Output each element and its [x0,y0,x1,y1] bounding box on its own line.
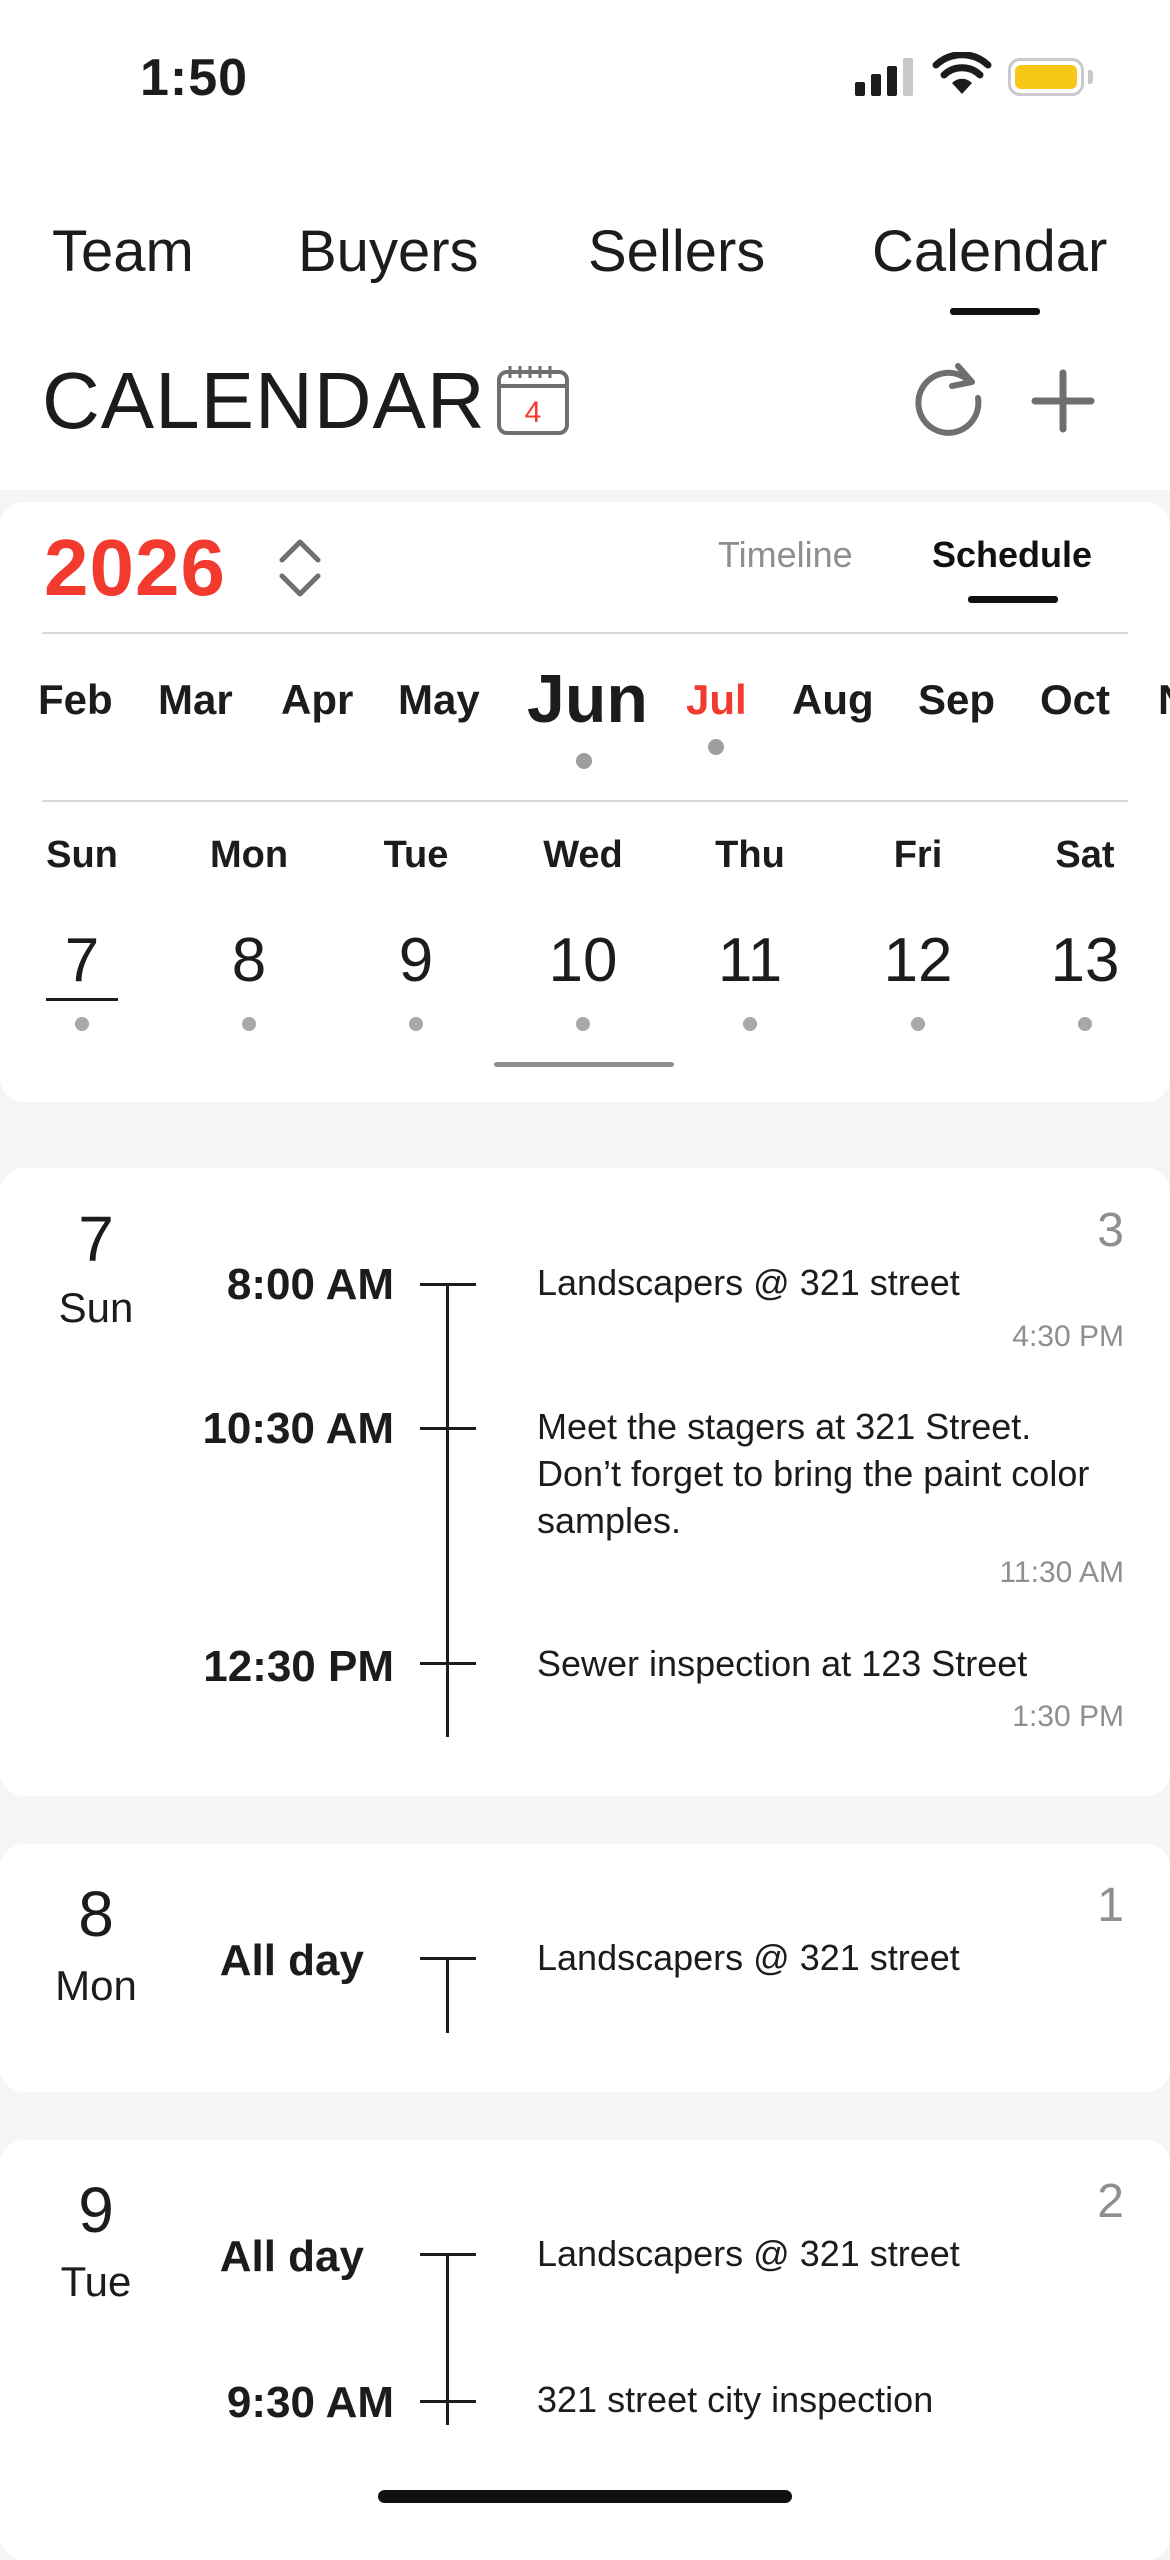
date-12[interactable]: 12 [858,925,978,996]
date-11[interactable]: 11 [690,925,810,996]
date-event-dot [1078,1017,1092,1031]
timeline-line [446,1957,449,2033]
event-start-time: 9:30 AM [226,2378,394,2427]
weekday-sun: Sun [46,834,118,876]
month-event-dot [708,739,724,755]
event-start-time: All day [219,1936,364,1985]
card-weekday: Mon [55,1962,137,2009]
selected-date-indicator [494,1062,674,1067]
event-title[interactable]: Landscapers @ 321 street [537,1259,1117,1306]
month-sep[interactable]: Sep [918,676,995,724]
month-nov[interactable]: N [1158,676,1170,724]
wifi-icon [932,52,992,94]
cellular-signal-icon [855,58,913,96]
home-indicator[interactable] [378,2490,792,2503]
event-end-time: 11:30 AM [999,1556,1124,1589]
view-timeline[interactable]: Timeline [718,534,853,576]
timeline-tick [420,1662,476,1665]
add-event-icon[interactable] [1030,368,1096,434]
today-underline [46,998,118,1001]
weekday-mon: Mon [209,834,289,876]
weekday-wed: Wed [543,834,623,876]
timeline-tick [420,1957,476,1960]
view-schedule[interactable]: Schedule [932,534,1092,576]
month-may[interactable]: May [398,676,480,724]
month-mar[interactable]: Mar [158,676,233,724]
view-active-indicator [968,596,1058,603]
event-start-time: 10:30 AM [202,1404,394,1453]
battery-cap [1088,70,1093,84]
date-event-dot [75,1017,89,1031]
event-end-time: 4:30 PM [1012,1320,1124,1353]
date-7[interactable]: 7 [22,925,142,996]
tab-active-indicator [950,308,1040,315]
date-event-dot [409,1017,423,1031]
weekday-sat: Sat [1055,834,1115,876]
date-9[interactable]: 9 [356,925,476,996]
date-event-dot [576,1017,590,1031]
year-stepper-icon[interactable] [278,536,322,600]
month-jul[interactable]: Jul [686,676,747,724]
month-oct[interactable]: Oct [1040,676,1110,724]
event-title[interactable]: Landscapers @ 321 street [537,2230,1117,2277]
tab-sellers[interactable]: Sellers [588,218,765,285]
tab-team[interactable]: Team [52,218,194,285]
event-end-time: 1:30 PM [1012,1700,1124,1733]
tab-calendar[interactable]: Calendar [872,218,1107,285]
event-count: 3 [1097,1204,1124,1257]
date-13[interactable]: 13 [1025,925,1145,996]
card-weekday: Tue [60,2258,132,2305]
date-10[interactable]: 10 [523,925,643,996]
refresh-icon[interactable] [908,358,988,438]
month-apr[interactable]: Apr [281,676,353,724]
card-day-number: 8 [78,1878,114,1950]
card-day-number: 7 [78,1203,114,1275]
event-title[interactable]: Landscapers @ 321 street [537,1934,1117,1981]
calendar-today-icon[interactable]: 4 [496,364,570,436]
event-start-time: 8:00 AM [226,1260,394,1309]
card-weekday: Sun [58,1284,134,1331]
timeline-line [446,1283,449,1737]
divider [42,800,1128,802]
event-start-time: All day [219,2232,364,2281]
timeline-tick [420,2400,476,2403]
event-title[interactable]: Meet the stagers at 321 Street. Don’t fo… [537,1403,1117,1544]
timeline-tick [420,1283,476,1286]
status-time: 1:50 [140,49,249,107]
date-event-dot [743,1017,757,1031]
year-label[interactable]: 2026 [44,522,226,614]
event-count: 2 [1097,2175,1124,2228]
weekday-fri: Fri [893,834,943,876]
weekday-thu: Thu [715,834,785,876]
card-day-number: 9 [78,2174,114,2246]
month-feb[interactable]: Feb [38,676,113,724]
weekday-tue: Tue [383,834,449,876]
date-event-dot [242,1017,256,1031]
event-title[interactable]: Sewer inspection at 123 Street [537,1640,1117,1687]
divider [42,632,1128,634]
event-start-time: 12:30 PM [203,1642,394,1691]
month-jun[interactable]: Jun [527,660,648,738]
timeline-tick [420,2253,476,2256]
page-title: CALENDAR [42,356,486,445]
battery-icon [1008,58,1084,96]
event-title[interactable]: 321 street city inspection [537,2376,1117,2423]
month-aug[interactable]: Aug [792,676,874,724]
tab-buyers[interactable]: Buyers [298,218,479,285]
date-8[interactable]: 8 [189,925,309,996]
calendar-icon-day: 4 [525,396,542,429]
timeline-tick [420,1427,476,1430]
event-count: 1 [1097,1879,1124,1932]
date-event-dot [911,1017,925,1031]
month-event-dot [576,753,592,769]
